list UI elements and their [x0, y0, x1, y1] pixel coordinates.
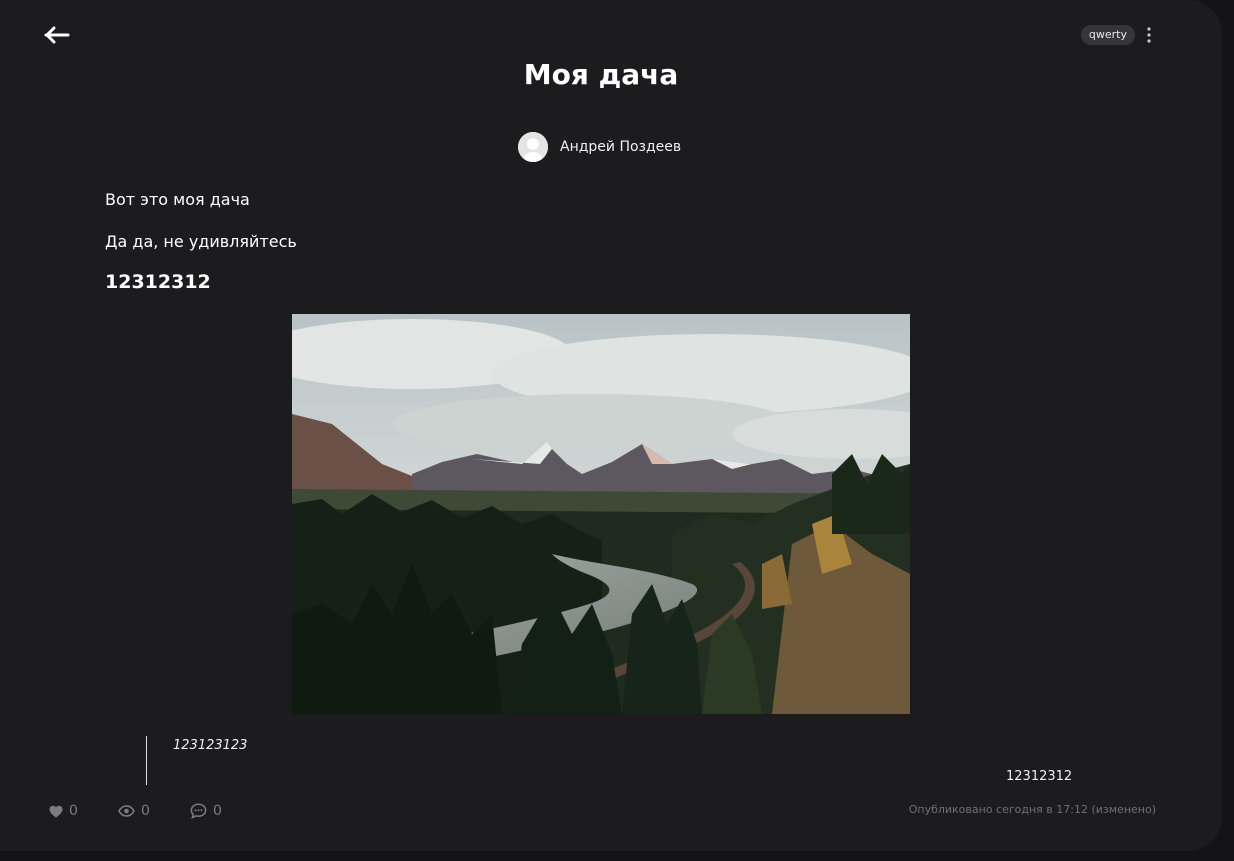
like-button[interactable]: 0 [49, 803, 118, 819]
author-name[interactable]: Андрей Поздеев [560, 139, 681, 155]
post-tag[interactable]: qwerty [1080, 25, 1135, 45]
back-button[interactable] [44, 24, 70, 46]
heart-icon [49, 805, 63, 817]
comments-count: 0 [213, 803, 222, 819]
user-icon [518, 132, 548, 162]
views-counter: 0 [118, 803, 190, 819]
quote-text: 123123123 [173, 738, 248, 753]
content-heading: 12312312 [105, 271, 211, 293]
page-title: Моя дача [523, 58, 679, 91]
published-date: Опубликовано сегодня в 17:12 (изменено) [908, 803, 1156, 816]
comments-button[interactable]: 0 [190, 803, 230, 819]
comment-icon [190, 803, 207, 819]
post-stats: 0 0 0 [49, 803, 230, 819]
right-aligned-text: 12312312 [1006, 769, 1073, 784]
avatar[interactable] [518, 132, 548, 162]
arrow-left-icon [44, 26, 70, 44]
blockquote: 123123123 [146, 736, 247, 785]
post-card: qwerty Моя дача Андрей Поздеев Вот это м… [0, 0, 1222, 851]
more-vertical-icon [1147, 27, 1151, 43]
paragraph: Вот это моя дача [105, 190, 250, 209]
views-count: 0 [141, 803, 150, 819]
author[interactable]: Андрей Поздеев [518, 132, 681, 162]
paragraph: Да да, не удивляйтесь [105, 232, 297, 251]
eye-icon [118, 805, 135, 817]
more-menu-button[interactable] [1142, 25, 1156, 45]
like-count: 0 [69, 803, 78, 819]
post-image [292, 314, 910, 714]
